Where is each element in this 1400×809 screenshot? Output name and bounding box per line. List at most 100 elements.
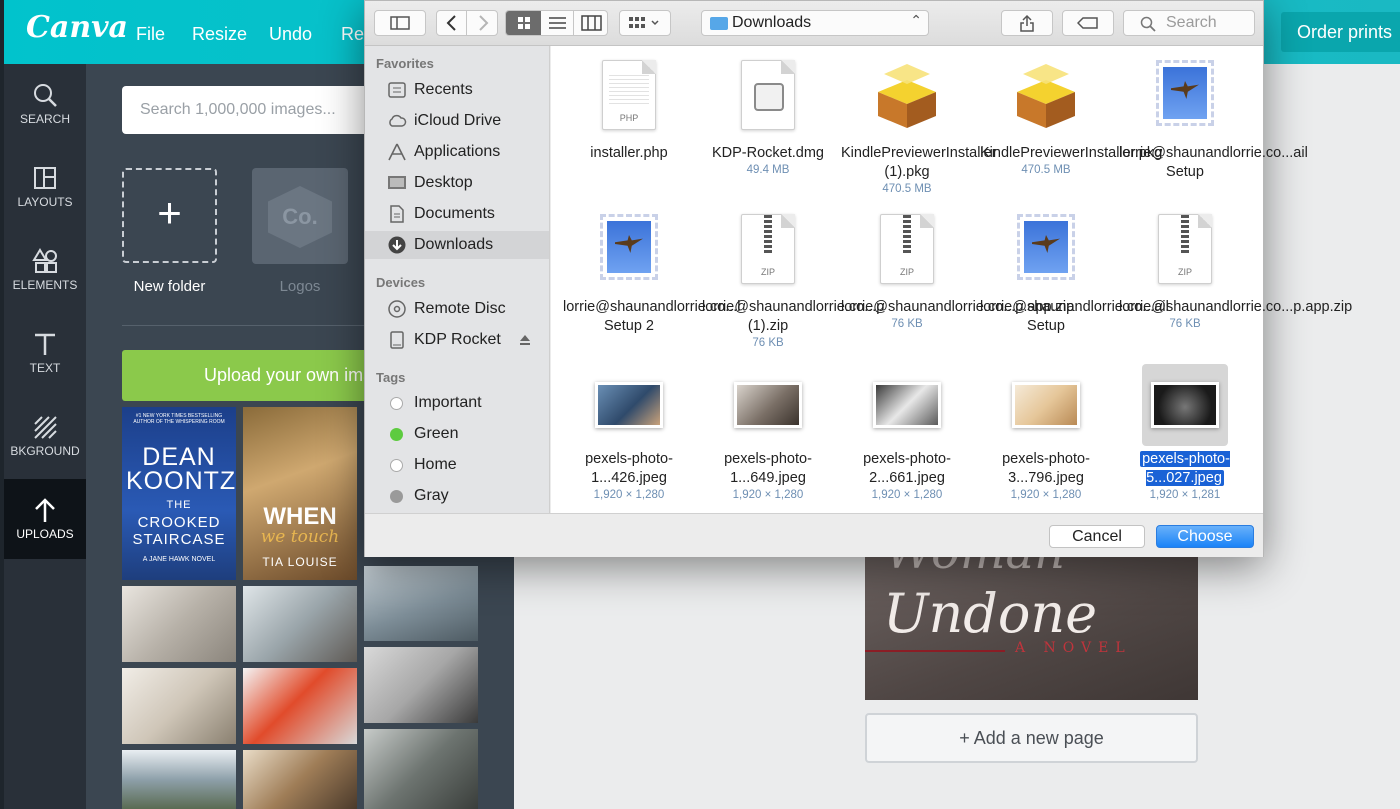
file-item[interactable]: KDP-Rocket.dmg 49.4 MB [702, 58, 834, 178]
sidebar-icon [390, 16, 410, 30]
choose-button[interactable]: Choose [1156, 525, 1254, 548]
sidebar-item-applications[interactable]: Applications [365, 138, 549, 166]
file-item[interactable]: ZIP lorrie@shaunandlorrie.co...p.app.zip… [1119, 212, 1352, 332]
file-item[interactable]: lorrie@shaunandlorrie.co...ail Setup [980, 212, 1169, 336]
upload-thumbnail-photo[interactable] [122, 750, 236, 809]
photo-thumbnail-icon [1142, 364, 1228, 446]
rail-background[interactable]: BKGROUND [4, 396, 86, 476]
file-name: pexels-photo-2...661.jpeg [863, 451, 951, 486]
sidebar-tag-gray[interactable]: Gray [365, 482, 549, 510]
upload-thumbnail-photo[interactable] [243, 668, 357, 744]
view-mode-control [505, 10, 608, 36]
sidebar-item-remote-disc[interactable]: Remote Disc [365, 295, 549, 323]
rail-text[interactable]: TEXT [4, 313, 86, 393]
rail-label: ELEMENTS [12, 278, 78, 292]
file-name: lorrie@shaunandlorrie.co...p (1).zip [702, 299, 885, 334]
logos-folder[interactable]: Co. [252, 168, 348, 264]
arrange-menu-button[interactable] [619, 10, 671, 36]
disk-image-icon [725, 58, 811, 140]
tag-button[interactable] [1062, 10, 1114, 36]
upload-thumbnail-photo[interactable] [364, 566, 478, 641]
new-folder-button[interactable]: + [122, 168, 217, 263]
book-author: TIA LOUISE [262, 555, 338, 569]
kind-label: ZIP [899, 267, 914, 277]
sidebar-toggle-button[interactable] [374, 10, 426, 36]
dialog-search-field[interactable]: Search [1123, 10, 1255, 36]
file-meta: 1,920 × 1,280 [732, 489, 804, 501]
design-page-cover[interactable]: Woman Undone A NOVEL [865, 540, 1198, 700]
file-meta: 470.5 MB [1021, 164, 1071, 176]
file-item[interactable]: KindlePreviewerInstaller.pkg 470.5 MB [980, 58, 1162, 178]
file-menu[interactable]: File [136, 24, 165, 45]
cloud-icon [389, 114, 407, 127]
file-item[interactable]: pexels-photo-2...661.jpeg 1,920 × 1,280 [841, 364, 973, 503]
file-item[interactable]: PHP installer.php [563, 58, 695, 163]
drive-icon [390, 331, 404, 349]
forward-button[interactable] [468, 11, 497, 35]
sidebar-item-kdp-rocket[interactable]: KDP Rocket [365, 326, 549, 354]
sidebar-tag-green[interactable]: Green [365, 420, 549, 448]
back-button[interactable] [437, 11, 467, 35]
upload-thumbnail-photo[interactable] [122, 586, 236, 662]
eject-icon[interactable] [519, 334, 531, 346]
rail-search[interactable]: SEARCH [4, 64, 86, 144]
file-item-selected[interactable]: pexels-photo-5...027.jpeg 1,920 × 1,281 [1119, 364, 1251, 503]
upload-thumbnail-photo[interactable] [243, 750, 357, 809]
file-name: pexels-photo-3...796.jpeg [1002, 451, 1090, 486]
file-item[interactable]: pexels-photo-3...796.jpeg 1,920 × 1,280 [980, 364, 1112, 503]
canva-logo[interactable]: Canva [26, 10, 128, 45]
rail-label: BKGROUND [10, 444, 80, 458]
dialog-footer: Cancel Choose [365, 513, 1263, 557]
list-view-button[interactable] [541, 11, 574, 35]
file-item[interactable]: lorrie@shaunandlorrie.co...l Setup 2 [563, 212, 741, 336]
file-name: pexels-photo-1...649.jpeg [724, 451, 812, 486]
sidebar-tag-home[interactable]: Home [365, 451, 549, 479]
share-button[interactable] [1001, 10, 1053, 36]
sidebar-item-recents[interactable]: Recents [365, 76, 549, 104]
rail-elements[interactable]: ELEMENTS [4, 230, 86, 310]
icon-view-button[interactable] [506, 11, 541, 35]
tag-color-dot [390, 490, 403, 503]
cancel-button[interactable]: Cancel [1049, 525, 1145, 548]
cover-title-line: Undone [883, 582, 1098, 645]
upload-thumbnail-book-cover[interactable]: #1 NEW YORK TIMES BESTSELLING AUTHOR OF … [122, 407, 236, 580]
upload-thumbnail-photo[interactable] [243, 586, 357, 662]
location-popup[interactable]: Downloads ⌃ [701, 10, 929, 36]
sidebar-tag-important[interactable]: Important [365, 389, 549, 417]
sidebar-item-desktop[interactable]: Desktop [365, 169, 549, 197]
resize-menu[interactable]: Resize [192, 24, 247, 45]
file-item[interactable]: ZIP lorrie@shaunandlorrie.co...p.app.zip… [841, 212, 1074, 332]
book-title-line: STAIRCASE [132, 531, 226, 548]
redo-button[interactable]: Re [341, 24, 364, 45]
upload-thumbnail-book-cover[interactable]: WHEN we touch TIA LOUISE [243, 407, 357, 580]
upload-thumbnail-photo[interactable] [364, 647, 478, 723]
file-item[interactable]: ZIP lorrie@shaunandlorrie.co...p (1).zip… [702, 212, 885, 351]
file-item[interactable]: pexels-photo-1...426.jpeg 1,920 × 1,280 [563, 364, 695, 503]
rail-uploads[interactable]: UPLOADS [4, 479, 86, 559]
file-item[interactable]: lorrie@shaunandlorrie.co...ail Setup [1119, 58, 1308, 182]
sidebar-item-label: Gray [414, 487, 449, 504]
photo-thumbnail-icon [586, 364, 672, 446]
sidebar-item-documents[interactable]: Documents [365, 200, 549, 228]
tags-heading: Tags [376, 370, 406, 385]
sidebar-item-icloud-drive[interactable]: iCloud Drive [365, 107, 549, 135]
logos-glyph: Co. [268, 186, 332, 248]
order-prints-button[interactable]: Order prints [1281, 12, 1400, 52]
rail-layouts[interactable]: LAYOUTS [4, 147, 86, 227]
file-item[interactable]: pexels-photo-1...649.jpeg 1,920 × 1,280 [702, 364, 834, 503]
updown-chevron-icon: ⌃ [910, 12, 922, 28]
search-placeholder: Search [1166, 14, 1217, 31]
sidebar-item-label: Recents [414, 81, 473, 98]
file-name: lorrie@shaunandlorrie.co...ail Setup [1119, 145, 1308, 180]
upload-thumbnail-photo[interactable] [364, 729, 478, 809]
zip-icon: ZIP [725, 212, 811, 294]
add-new-page-button[interactable]: + Add a new page [865, 713, 1198, 763]
undo-button[interactable]: Undo [269, 24, 312, 45]
file-item[interactable]: KindlePreviewerInstaller (1).pkg 470.5 M… [841, 58, 997, 197]
upload-thumbnail-photo[interactable] [122, 668, 236, 744]
sidebar-item-label: Important [414, 394, 482, 411]
zip-icon: ZIP [1142, 212, 1228, 294]
column-view-button[interactable] [575, 11, 607, 35]
sidebar-item-downloads[interactable]: Downloads [365, 231, 549, 259]
file-meta: 1,920 × 1,281 [1149, 489, 1221, 501]
